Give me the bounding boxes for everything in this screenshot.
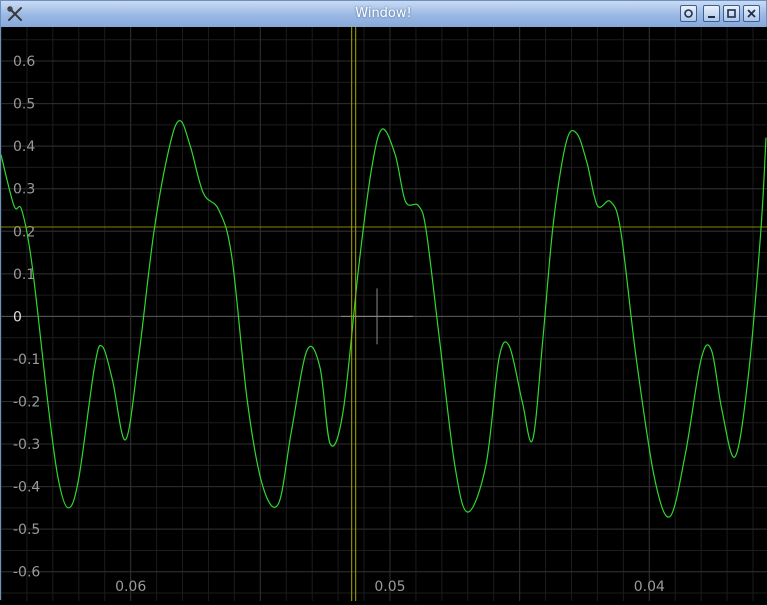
y-tick-label: 0.3 bbox=[13, 182, 35, 198]
y-tick-label: -0.4 bbox=[13, 480, 40, 496]
plot-background bbox=[1, 27, 767, 601]
y-tick-label: 0.6 bbox=[13, 54, 35, 70]
y-tick-label: -0.6 bbox=[13, 565, 40, 581]
x-tick-label: 0.05 bbox=[374, 579, 405, 595]
oscilloscope-chart[interactable]: 0.60.50.40.30.20.10-0.1-0.2-0.3-0.4-0.5-… bbox=[0, 27, 767, 601]
maximize-button[interactable] bbox=[723, 5, 740, 22]
plot-area[interactable]: 0.6 0.5 0.4 0.3 0.2 0.1 0 -0.1 -0.2 -0.3 -0.4 -0.5-… bbox=[0, 27, 767, 601]
x-tick-label: 0.04 bbox=[634, 579, 665, 595]
window-title: Window! bbox=[355, 6, 412, 21]
close-icon bbox=[747, 9, 756, 18]
minimize-icon bbox=[708, 16, 715, 18]
y-tick-label: -0.1 bbox=[13, 352, 40, 368]
circle-icon bbox=[684, 9, 693, 18]
settings-button[interactable] bbox=[680, 5, 697, 22]
y-tick-label: 0 bbox=[13, 309, 22, 325]
y-tick-label: -0.3 bbox=[13, 437, 40, 453]
y-tick-label: -0.5 bbox=[13, 522, 40, 538]
title-bar[interactable]: Window! bbox=[1, 1, 766, 28]
close-button[interactable] bbox=[743, 5, 760, 22]
x-tick-label: 0.06 bbox=[115, 579, 146, 595]
y-tick-label: 0.1 bbox=[13, 267, 35, 283]
y-tick-label: -0.2 bbox=[13, 394, 40, 410]
app-window: Window! 0.6 0.5 0.4 0.3 0.2 0.1 0 -0.1 -0.2 -0.3-… bbox=[0, 0, 767, 601]
maximize-icon bbox=[727, 9, 736, 18]
y-tick-label: 0.4 bbox=[13, 139, 35, 155]
y-tick-label: 0.5 bbox=[13, 97, 35, 113]
minimize-button[interactable] bbox=[703, 5, 720, 22]
